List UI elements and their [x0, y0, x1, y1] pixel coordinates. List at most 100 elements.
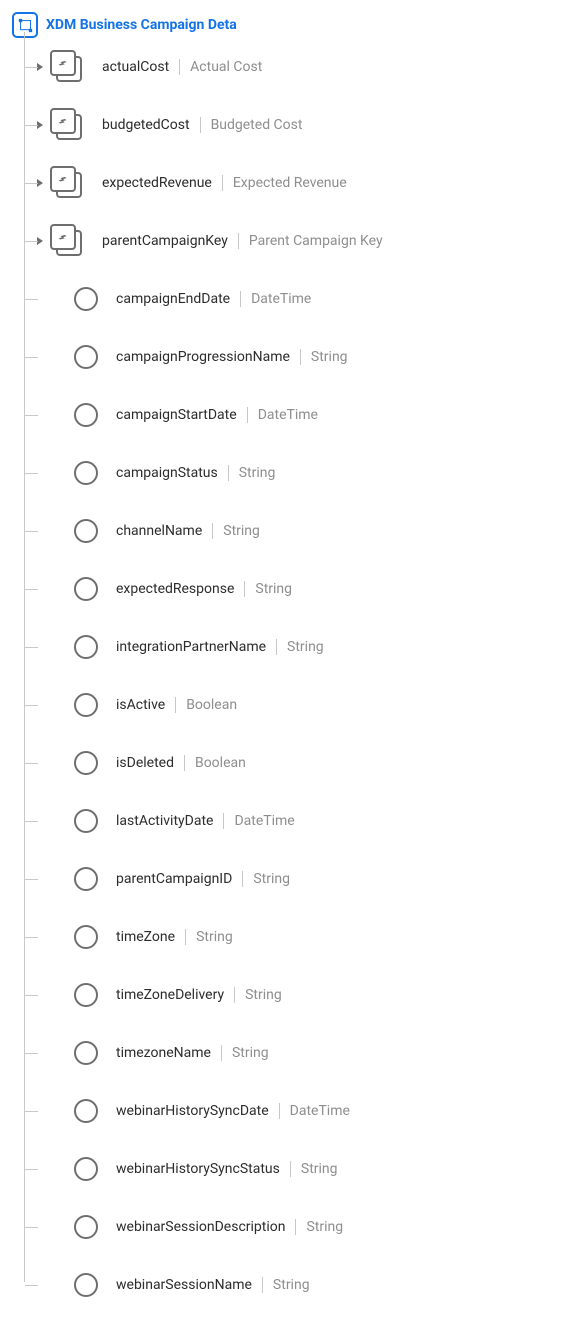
node-label: campaignStartDateDateTime	[116, 407, 318, 423]
leaf-icon	[74, 925, 98, 949]
object-icon: ⌁	[50, 224, 84, 258]
field-type: String	[306, 1219, 343, 1235]
tree-node-object[interactable]: ⌁ expectedRevenue Expected Revenue	[34, 154, 554, 212]
field-name: budgetedCost	[102, 117, 190, 133]
tree-node-leaf[interactable]: webinarSessionName String	[34, 1256, 554, 1314]
tree-node-leaf[interactable]: webinarHistorySyncDate DateTime	[34, 1082, 554, 1140]
node-label: timezoneName String	[116, 1045, 269, 1061]
link-icon: ⌁	[55, 55, 71, 71]
field-name: timeZoneDelivery	[116, 987, 224, 1003]
leaf-icon	[74, 461, 98, 485]
field-type: String	[287, 639, 324, 655]
leaf-icon	[74, 983, 98, 1007]
schema-root-title: XDM Business Campaign Deta	[46, 17, 237, 33]
node-label: campaignProgressionNameString	[116, 349, 348, 365]
object-icon: ⌁	[50, 50, 84, 84]
field-name: channelName	[116, 523, 202, 539]
node-label: webinarHistorySyncDate DateTime	[116, 1103, 350, 1119]
field-name: campaignEndDate	[116, 291, 230, 307]
leaf-icon	[74, 1273, 98, 1297]
node-label: campaignStatusString	[116, 465, 275, 481]
field-display: Budgeted Cost	[211, 117, 303, 133]
field-type: Boolean	[186, 697, 237, 713]
field-display: Actual Cost	[190, 59, 262, 75]
field-type: DateTime	[290, 1103, 350, 1119]
tree-node-object[interactable]: ⌁ budgetedCost Budgeted Cost	[34, 96, 554, 154]
field-name: isActive	[116, 697, 165, 713]
field-name: webinarSessionName	[116, 1277, 252, 1293]
field-type: Boolean	[195, 755, 246, 771]
field-name: parentCampaignID	[116, 871, 232, 887]
leaf-icon	[74, 577, 98, 601]
field-type: String	[255, 581, 292, 597]
node-label: timeZone String	[116, 929, 233, 945]
node-label: isDeleted Boolean	[116, 755, 246, 771]
node-label: expectedRevenue Expected Revenue	[102, 175, 347, 191]
node-label: campaignEndDate DateTime	[116, 291, 311, 307]
link-icon: ⌁	[55, 229, 71, 245]
tree-root-row[interactable]: XDM Business Campaign Deta	[12, 12, 554, 38]
leaf-icon	[74, 1157, 98, 1181]
node-label: lastActivityDate DateTime	[116, 813, 295, 829]
tree-node-leaf[interactable]: campaignProgressionNameString	[34, 328, 554, 386]
leaf-icon	[74, 345, 98, 369]
field-type: DateTime	[251, 291, 311, 307]
leaf-icon	[74, 1099, 98, 1123]
field-name: timeZone	[116, 929, 175, 945]
tree-node-leaf[interactable]: timeZoneDeliveryString	[34, 966, 554, 1024]
leaf-icon	[74, 635, 98, 659]
tree-node-leaf[interactable]: timezoneName String	[34, 1024, 554, 1082]
leaf-icon	[74, 751, 98, 775]
tree-node-leaf[interactable]: lastActivityDate DateTime	[34, 792, 554, 850]
tree-node-leaf[interactable]: campaignStatusString	[34, 444, 554, 502]
field-name: timezoneName	[116, 1045, 211, 1061]
field-name: expectedRevenue	[102, 175, 212, 191]
tree-children: ⌁ actualCost Actual Cost ⌁ budgetedCost …	[24, 38, 554, 1314]
leaf-icon	[74, 519, 98, 543]
tree-node-leaf[interactable]: webinarHistorySyncStatus String	[34, 1140, 554, 1198]
field-name: integrationPartnerName	[116, 639, 266, 655]
link-icon: ⌁	[55, 113, 71, 129]
leaf-icon	[74, 287, 98, 311]
node-label: webinarHistorySyncStatus String	[116, 1161, 338, 1177]
tree-node-leaf[interactable]: timeZone String	[34, 908, 554, 966]
tree-node-object[interactable]: ⌁ actualCost Actual Cost	[34, 38, 554, 96]
tree-node-leaf[interactable]: campaignEndDate DateTime	[34, 270, 554, 328]
tree-node-leaf[interactable]: isActive Boolean	[34, 676, 554, 734]
tree-node-leaf[interactable]: parentCampaignIDString	[34, 850, 554, 908]
tree-node-leaf[interactable]: integrationPartnerName String	[34, 618, 554, 676]
field-type: String	[311, 349, 348, 365]
field-name: parentCampaignKey	[102, 233, 228, 249]
field-type: DateTime	[234, 813, 294, 829]
field-name: expectedResponse	[116, 581, 234, 597]
node-label: timeZoneDeliveryString	[116, 987, 282, 1003]
object-icon: ⌁	[50, 166, 84, 200]
field-type: String	[301, 1161, 338, 1177]
node-label: channelNameString	[116, 523, 260, 539]
field-type: String	[196, 929, 233, 945]
field-name: webinarHistorySyncStatus	[116, 1161, 280, 1177]
schema-root-icon	[12, 12, 38, 38]
tree-node-leaf[interactable]: campaignStartDateDateTime	[34, 386, 554, 444]
field-name: webinarHistorySyncDate	[116, 1103, 269, 1119]
tree-node-leaf[interactable]: isDeleted Boolean	[34, 734, 554, 792]
node-label: parentCampaignIDString	[116, 871, 290, 887]
field-display: Expected Revenue	[233, 175, 347, 191]
node-label: integrationPartnerName String	[116, 639, 324, 655]
tree-node-leaf[interactable]: channelNameString	[34, 502, 554, 560]
field-type: String	[232, 1045, 269, 1061]
field-name: lastActivityDate	[116, 813, 213, 829]
leaf-icon	[74, 809, 98, 833]
tree-node-object[interactable]: ⌁ parentCampaignKey Parent Campaign Key	[34, 212, 554, 270]
object-icon: ⌁	[50, 108, 84, 142]
field-type: String	[239, 465, 276, 481]
leaf-icon	[74, 1041, 98, 1065]
link-icon: ⌁	[55, 171, 71, 187]
tree-node-leaf[interactable]: webinarSessionDescription String	[34, 1198, 554, 1256]
tree-node-leaf[interactable]: expectedResponse String	[34, 560, 554, 618]
leaf-icon	[74, 1215, 98, 1239]
node-label: actualCost Actual Cost	[102, 59, 262, 75]
field-name: isDeleted	[116, 755, 174, 771]
field-type: String	[273, 1277, 310, 1293]
field-name: webinarSessionDescription	[116, 1219, 285, 1235]
